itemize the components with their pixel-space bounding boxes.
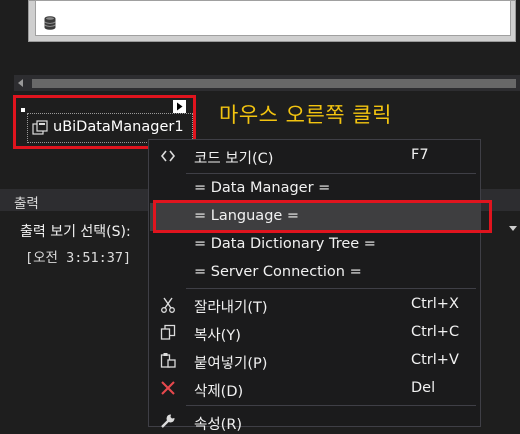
delete-icon [161,381,175,395]
menu-label-cut: 잘라내기(T) [194,300,268,316]
scrollbar-thumb[interactable] [32,79,516,88]
menu-shortcut-paste: Ctrl+V [411,352,459,368]
menu-label-data-manager: = Data Manager = [194,180,331,196]
output-panel-title: 출력 [14,196,39,212]
menu-label-paste: 붙여넣기(P) [194,356,268,372]
menu-label-view-code: 코드 보기(C) [194,151,274,167]
annotation-text: 마우스 오른쪽 클릭 [219,103,392,127]
menu-separator [186,288,476,289]
output-log-line: [오전 3:51:37] [25,250,132,266]
menu-label-properties: 속성(R) [194,417,243,433]
copy-icon [160,324,176,340]
scissors-icon [161,297,175,313]
menu-shortcut-cut: Ctrl+X [411,296,459,312]
database-icon [44,16,56,30]
output-source-dropdown-arrow[interactable] [509,226,517,231]
code-icon [160,150,176,162]
language-highlight-box [153,200,492,233]
menu-separator [186,173,476,174]
output-source-label: 출력 보기 선택(S): [20,224,131,240]
menu-label-copy: 복사(Y) [194,328,241,344]
menu-shortcut-delete: Del [411,380,436,396]
paste-icon [160,353,176,368]
menu-shortcut-view-code: F7 [411,147,429,163]
menu-label-server-connection: = Server Connection = [194,264,362,280]
menu-shortcut-copy: Ctrl+C [411,324,460,340]
scroll-left-arrow-icon[interactable] [14,75,28,91]
menu-label-delete: 삭제(D) [194,384,244,400]
form-canvas[interactable] [35,0,511,36]
menu-label-data-dictionary-tree: = Data Dictionary Tree = [194,236,376,252]
menu-separator [186,405,476,406]
